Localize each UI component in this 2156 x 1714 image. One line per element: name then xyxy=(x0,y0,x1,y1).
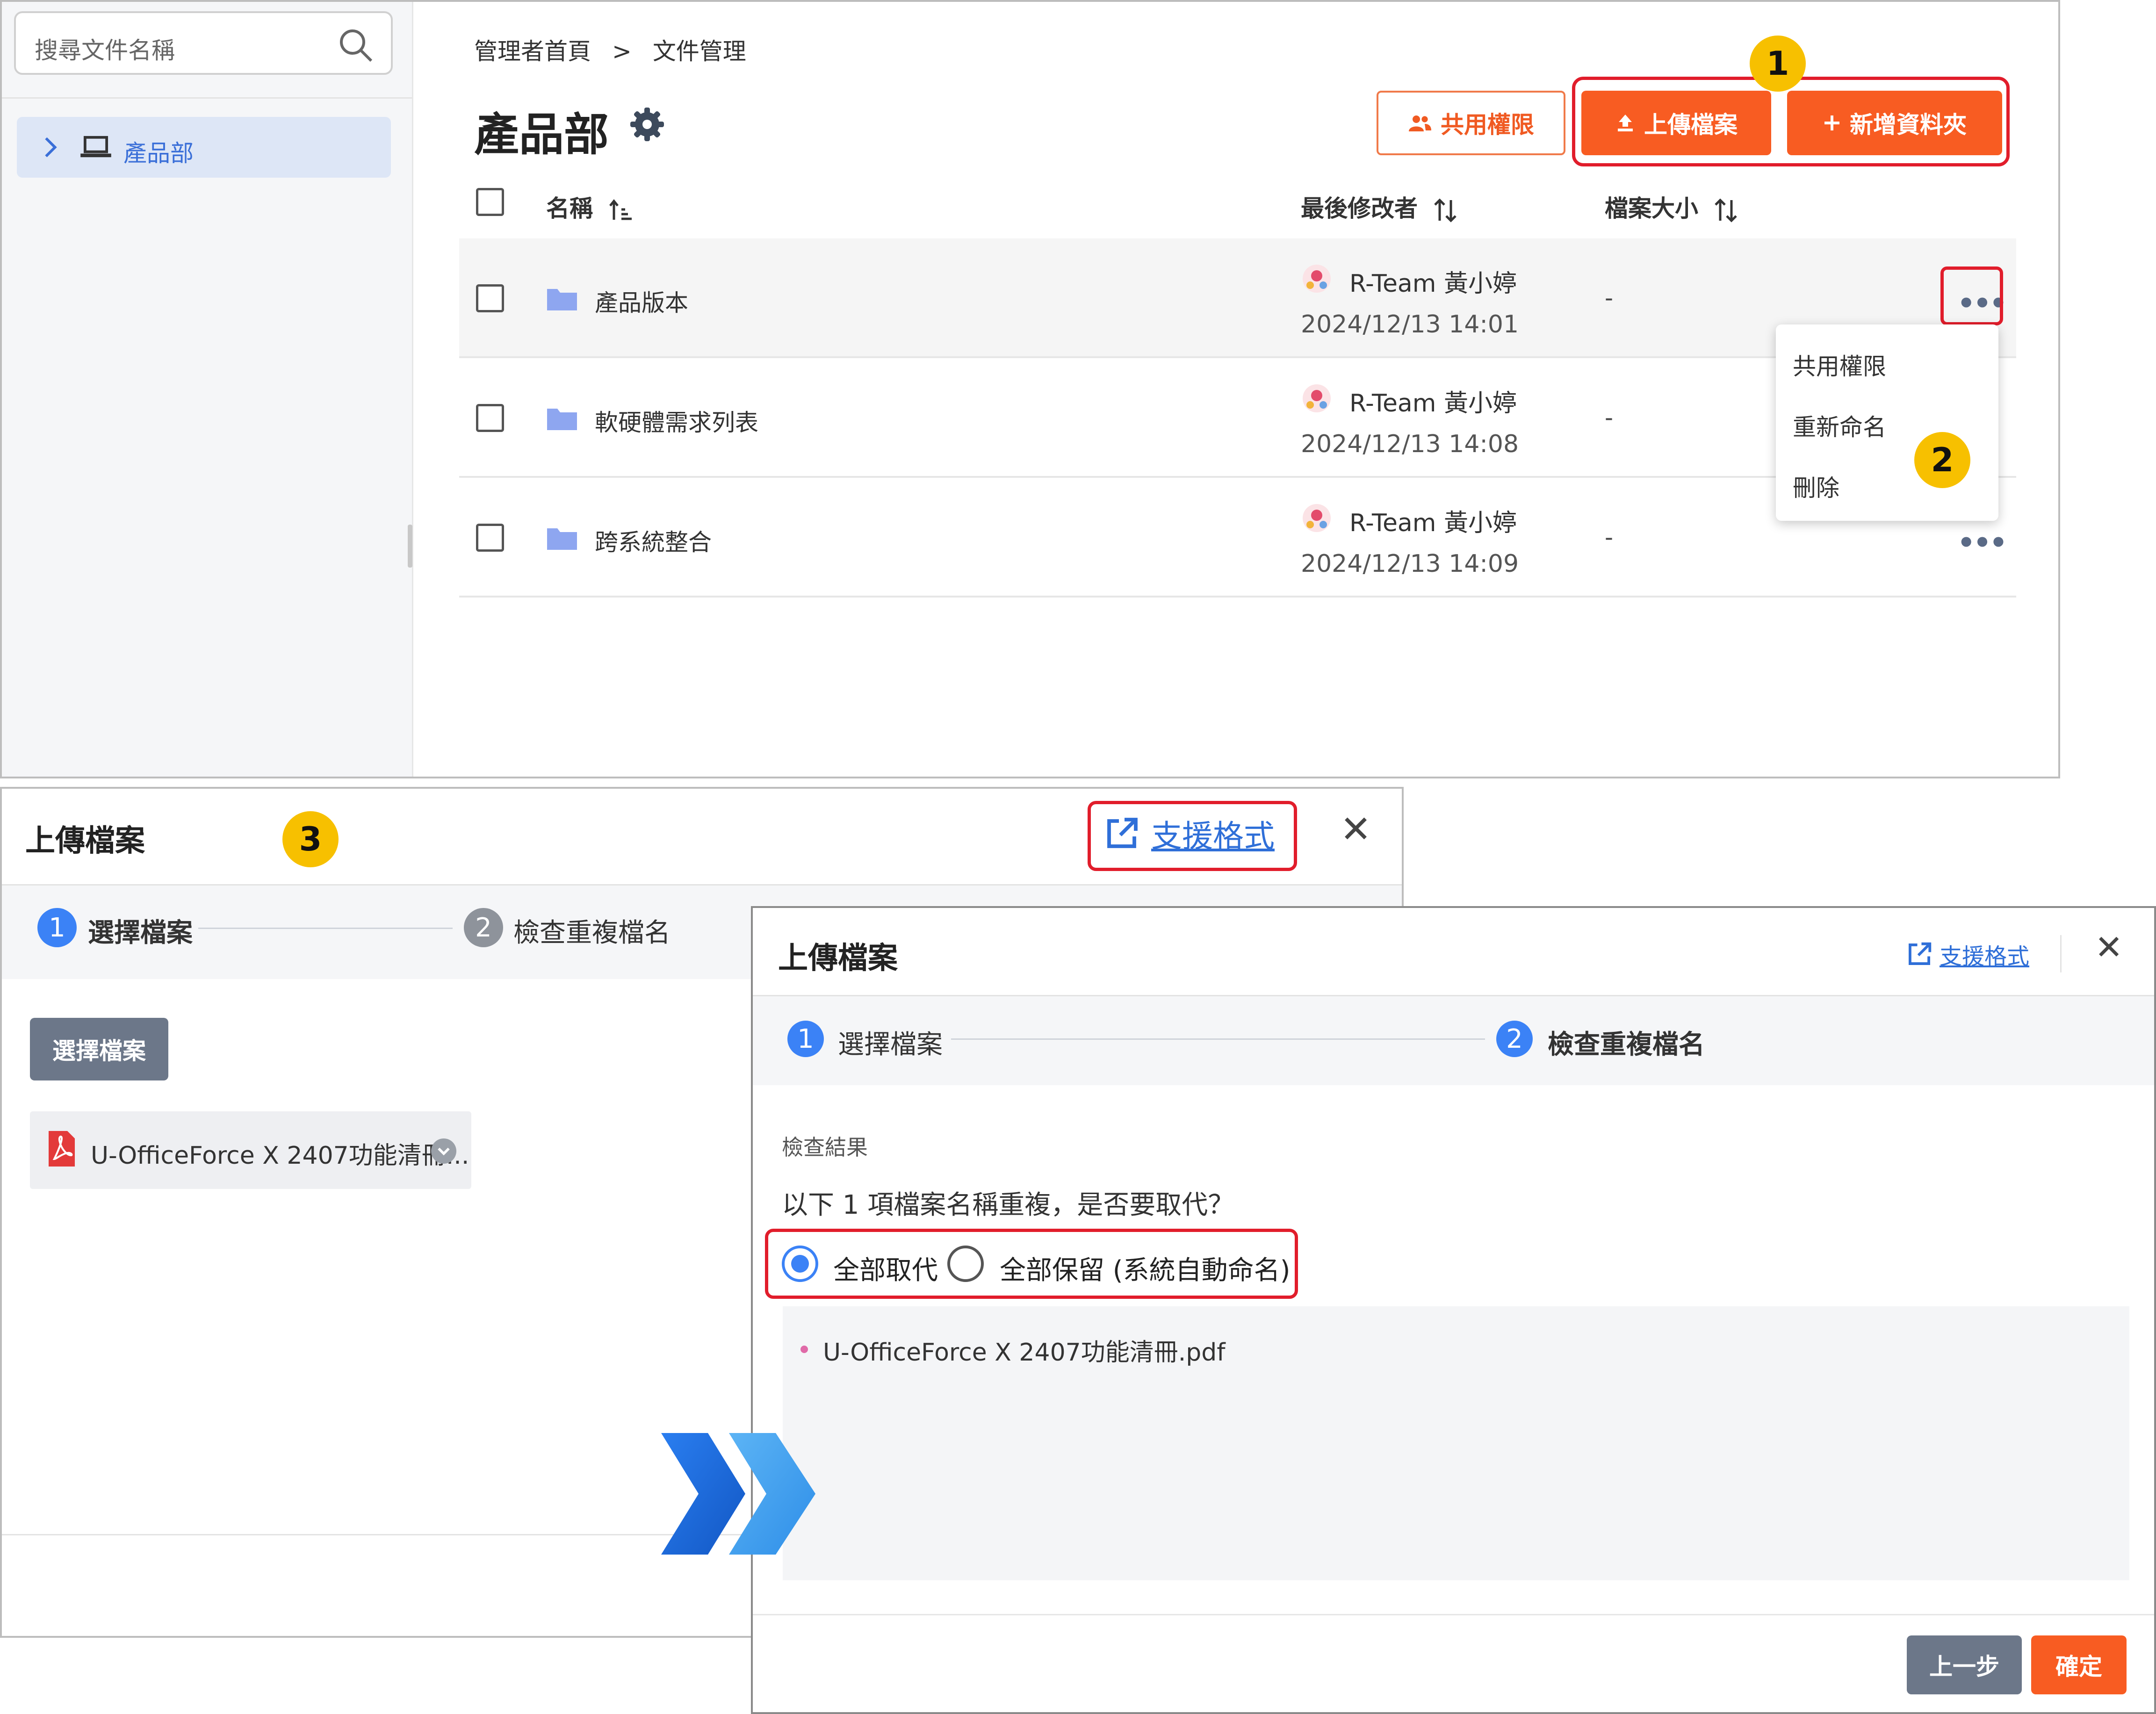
folder-icon xyxy=(547,528,577,550)
tree-item-label: 產品部 xyxy=(123,140,194,167)
folder-icon xyxy=(547,289,577,310)
callout-badge-2: 2 xyxy=(1914,432,1970,488)
step-connector xyxy=(951,1038,1485,1040)
chevron-right-icon[interactable] xyxy=(41,136,60,159)
step-2-indicator: 2 xyxy=(1496,1021,1533,1057)
more-icon[interactable]: ••• xyxy=(1957,526,2007,559)
step-connector xyxy=(198,928,453,929)
support-format-label: 支援格式 xyxy=(1940,943,2030,970)
sidebar: 搜尋文件名稱 產品部 xyxy=(2,2,413,777)
row-size: - xyxy=(1605,284,1614,311)
upload-dialog-step2: 上傳檔案 支援格式 ✕ 1 選擇檔案 2 檢查重複檔名 檢查結果 以下 1 項檔… xyxy=(751,906,2156,1714)
list-bullet xyxy=(800,1346,808,1353)
step-1-indicator: 1 xyxy=(37,908,77,947)
sort-asc-icon[interactable] xyxy=(608,198,634,223)
highlight-toolbar-buttons xyxy=(1572,77,2010,166)
highlight-more-button xyxy=(1940,266,2003,325)
sidebar-resize-handle[interactable] xyxy=(408,525,412,568)
sort-icon[interactable] xyxy=(1713,197,1739,223)
breadcrumb-current: 文件管理 xyxy=(652,38,746,65)
context-menu: 共用權限 重新命名 刪除 xyxy=(1776,324,1998,521)
pdf-icon xyxy=(49,1131,75,1167)
search-placeholder: 搜尋文件名稱 xyxy=(35,37,175,64)
step-1-label: 選擇檔案 xyxy=(838,1030,943,1060)
document-manager-window: 搜尋文件名稱 產品部 管理者首頁 > 文件管理 產品部 共用權限 上傳檔案 新增… xyxy=(0,0,2060,778)
duplicate-file-list: U-OfficeForce X 2407功能清冊.pdf xyxy=(783,1306,2129,1580)
close-icon[interactable]: ✕ xyxy=(1340,807,1371,851)
row-checkbox[interactable] xyxy=(476,284,504,312)
breadcrumb-home[interactable]: 管理者首頁 xyxy=(474,38,591,65)
confirm-button[interactable]: 確定 xyxy=(2031,1635,2127,1694)
result-label: 檢查結果 xyxy=(782,1135,868,1160)
tree-item-product-dept[interactable]: 產品部 xyxy=(17,117,391,178)
row-size: - xyxy=(1605,404,1614,431)
duplicate-file-name: U-OfficeForce X 2407功能清冊.pdf xyxy=(823,1339,1226,1367)
table-header: 名稱 最後修改者 檔案大小 xyxy=(459,180,2016,240)
support-format-link[interactable]: 支援格式 xyxy=(1906,938,2029,971)
row-date: 2024/12/13 14:01 xyxy=(1301,310,1519,338)
users-icon xyxy=(1409,115,1431,131)
step-2-label: 檢查重複檔名 xyxy=(1548,1030,1705,1060)
close-icon[interactable]: ✕ xyxy=(2095,928,2123,967)
choose-file-button[interactable]: 選擇檔案 xyxy=(30,1018,168,1080)
avatar-icon xyxy=(1303,504,1331,532)
row-modifier: R-Team 黃小婷 xyxy=(1349,509,1517,537)
avatar-icon xyxy=(1303,384,1331,412)
breadcrumb: 管理者首頁 > 文件管理 xyxy=(474,33,746,66)
row-modifier: R-Team 黃小婷 xyxy=(1349,389,1517,418)
share-permission-button[interactable]: 共用權限 xyxy=(1377,91,1565,155)
remove-icon[interactable] xyxy=(431,1138,456,1164)
search-icon[interactable] xyxy=(337,26,374,64)
menu-item-share[interactable]: 共用權限 xyxy=(1793,348,1886,382)
selected-file-name: U-OfficeForce X 2407功能清冊... xyxy=(91,1142,469,1170)
column-header-name[interactable]: 名稱 xyxy=(546,190,634,223)
row-date: 2024/12/13 14:08 xyxy=(1301,430,1519,458)
row-size: - xyxy=(1605,524,1614,551)
row-name[interactable]: 跨系統整合 xyxy=(595,524,712,557)
dialog-title: 上傳檔案 xyxy=(778,941,898,976)
previous-step-button[interactable]: 上一步 xyxy=(1907,1635,2022,1694)
breadcrumb-separator: > xyxy=(612,38,632,65)
row-name[interactable]: 軟硬體需求列表 xyxy=(595,404,758,438)
highlight-radio-options xyxy=(765,1229,1298,1299)
highlight-support-link xyxy=(1088,801,1297,871)
double-chevron-icon xyxy=(661,1433,815,1555)
step-2-indicator: 2 xyxy=(464,908,503,947)
search-input[interactable]: 搜尋文件名稱 xyxy=(14,11,393,75)
row-name[interactable]: 產品版本 xyxy=(595,284,688,318)
select-all-checkbox[interactable] xyxy=(476,188,504,216)
page-title: 產品部 xyxy=(474,108,609,161)
column-header-size[interactable]: 檔案大小 xyxy=(1605,190,1739,223)
step-1-indicator: 1 xyxy=(787,1021,824,1057)
step-2-label: 檢查重複檔名 xyxy=(513,918,671,948)
row-date: 2024/12/13 14:09 xyxy=(1301,550,1519,578)
row-modifier: R-Team 黃小婷 xyxy=(1349,270,1517,298)
column-header-modifier[interactable]: 最後修改者 xyxy=(1301,190,1458,223)
avatar-icon xyxy=(1303,265,1331,293)
gear-icon[interactable] xyxy=(628,106,666,143)
selected-file-chip: U-OfficeForce X 2407功能清冊... xyxy=(30,1111,471,1189)
menu-item-rename[interactable]: 重新命名 xyxy=(1793,409,1886,442)
step-1-label: 選擇檔案 xyxy=(88,918,193,948)
share-permission-label: 共用權限 xyxy=(1441,111,1534,138)
steps-bar: 1 選擇檔案 2 檢查重複檔名 xyxy=(753,996,2154,1085)
folder-icon xyxy=(547,409,577,430)
dialog-title: 上傳檔案 xyxy=(25,824,145,858)
laptop-icon xyxy=(80,136,111,158)
dialog-footer-divider xyxy=(753,1614,2154,1615)
external-link-icon xyxy=(1909,942,1932,965)
callout-badge-3: 3 xyxy=(282,811,339,867)
row-checkbox[interactable] xyxy=(476,404,504,432)
duplicate-question: 以下 1 項檔案名稱重複，是否要取代？ xyxy=(782,1190,1234,1220)
sidebar-divider xyxy=(2,97,412,99)
callout-badge-1: 1 xyxy=(1750,36,1806,92)
sort-icon[interactable] xyxy=(1432,197,1458,223)
row-checkbox[interactable] xyxy=(476,524,504,552)
menu-item-delete[interactable]: 刪除 xyxy=(1793,469,1839,503)
header-vertical-divider xyxy=(2060,935,2062,972)
